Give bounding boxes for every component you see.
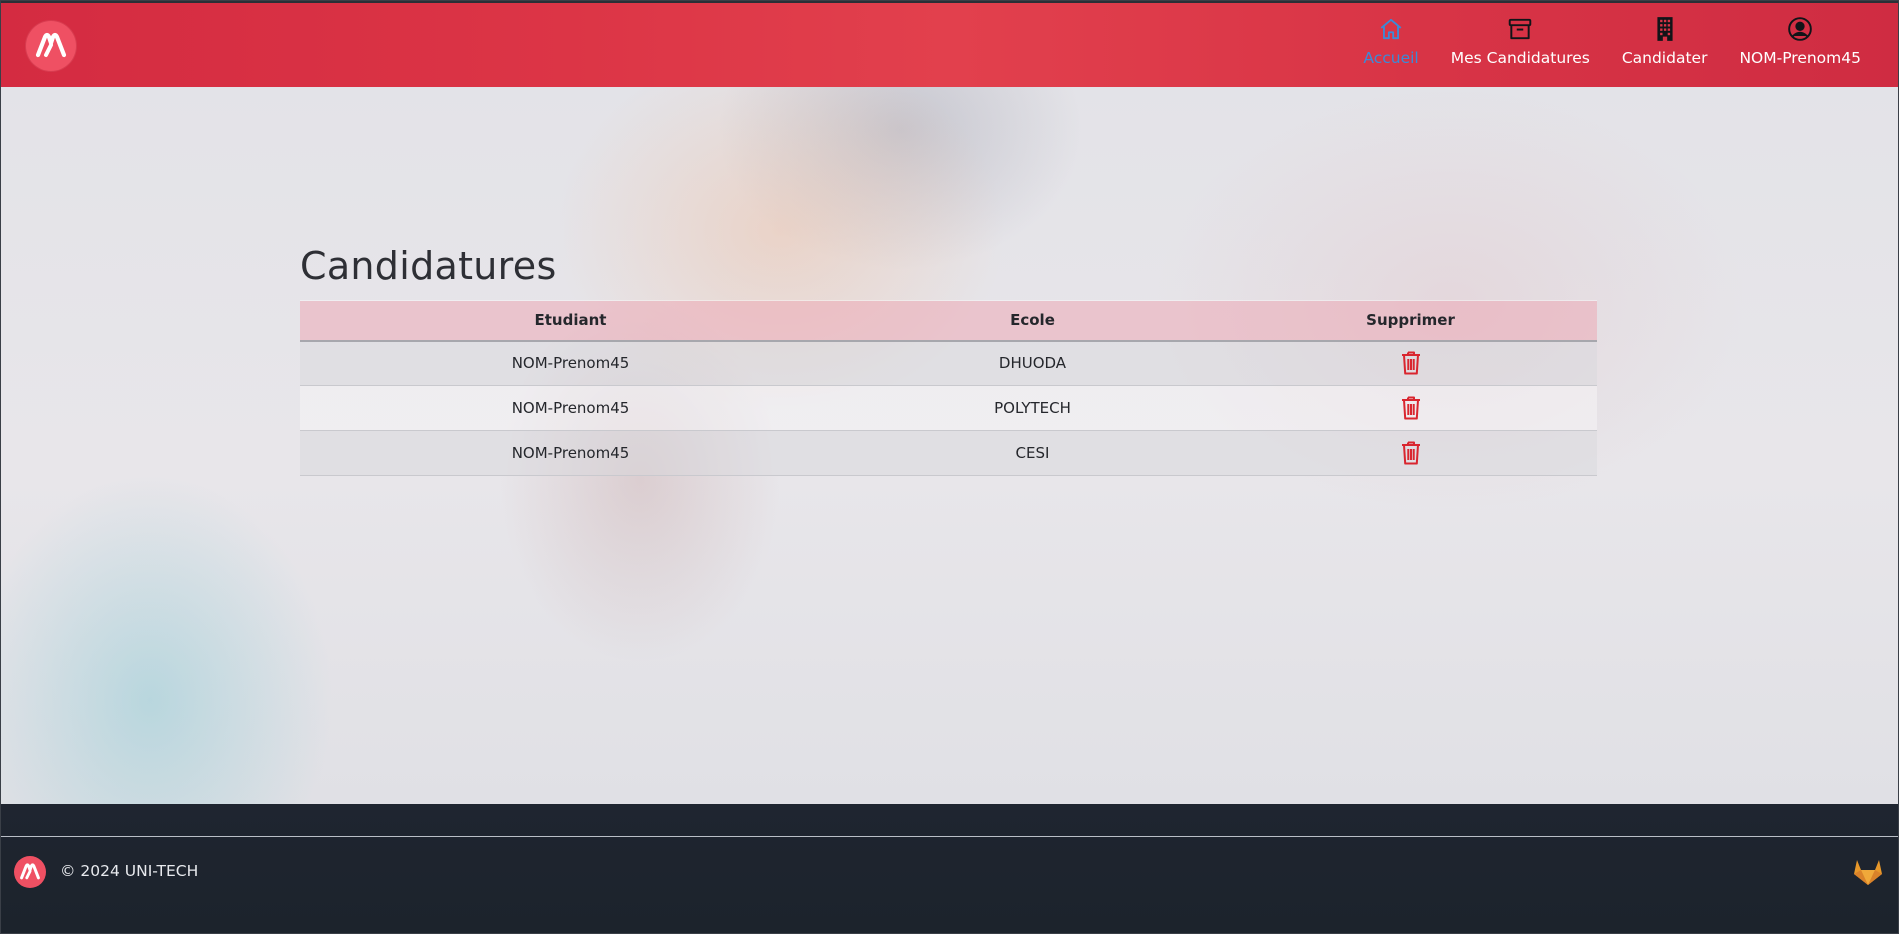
trash-icon (1401, 396, 1420, 420)
nav-item-candidater[interactable]: Candidater (1621, 15, 1708, 79)
nav-label-profile: NOM-Prenom45 (1739, 49, 1861, 67)
footer-logo-icon[interactable] (14, 856, 46, 888)
home-icon (1378, 15, 1404, 43)
table-header-row: Etudiant Ecole Supprimer (300, 300, 1597, 342)
table-row: NOM-Prenom45 DHUODA (300, 340, 1597, 386)
candidatures-table: Etudiant Ecole Supprimer NOM-Prenom45 DH… (300, 300, 1597, 476)
trash-icon (1401, 441, 1420, 465)
delete-button[interactable] (1400, 350, 1422, 376)
footer-divider (0, 836, 1899, 837)
nav-item-mes-candidatures[interactable]: Mes Candidatures (1451, 15, 1590, 79)
table-row: NOM-Prenom45 CESI (300, 430, 1597, 476)
main-nav: Accueil Mes Candidatures Candidater NOM-… (1363, 15, 1861, 79)
delete-button[interactable] (1400, 395, 1422, 421)
cell-ecole: DHUODA (841, 340, 1224, 386)
cell-etudiant: NOM-Prenom45 (300, 340, 841, 386)
column-header-ecole: Ecole (841, 300, 1224, 342)
column-header-supprimer: Supprimer (1224, 300, 1597, 342)
cell-supprimer (1224, 430, 1597, 476)
cell-ecole: POLYTECH (841, 385, 1224, 431)
building-icon (1654, 15, 1676, 43)
top-navbar: Accueil Mes Candidatures Candidater NOM-… (0, 0, 1899, 87)
cell-ecole: CESI (841, 430, 1224, 476)
table-row: NOM-Prenom45 POLYTECH (300, 385, 1597, 431)
trash-icon (1401, 351, 1420, 375)
cell-etudiant: NOM-Prenom45 (300, 430, 841, 476)
main-content: Candidatures Etudiant Ecole Supprimer NO… (300, 244, 1597, 476)
cell-supprimer (1224, 340, 1597, 386)
footer-copyright: © 2024 UNI-TECH (60, 862, 199, 880)
delete-button[interactable] (1400, 440, 1422, 466)
uni-tech-logo-icon[interactable] (26, 21, 76, 71)
nav-label-mes-candidatures: Mes Candidatures (1450, 49, 1590, 67)
column-header-etudiant: Etudiant (300, 300, 841, 342)
nav-item-accueil[interactable]: Accueil (1363, 15, 1419, 79)
user-circle-icon (1787, 15, 1813, 43)
nav-label-candidater: Candidater (1621, 49, 1708, 67)
cell-etudiant: NOM-Prenom45 (300, 385, 841, 431)
footer: © 2024 UNI-TECH (0, 804, 1899, 934)
page-title: Candidatures (300, 244, 557, 288)
cell-supprimer (1224, 385, 1597, 431)
nav-item-profile[interactable]: NOM-Prenom45 (1739, 15, 1861, 79)
archive-box-icon (1507, 15, 1533, 43)
nav-label-accueil: Accueil (1363, 49, 1419, 67)
gitlab-icon[interactable] (1851, 854, 1885, 888)
